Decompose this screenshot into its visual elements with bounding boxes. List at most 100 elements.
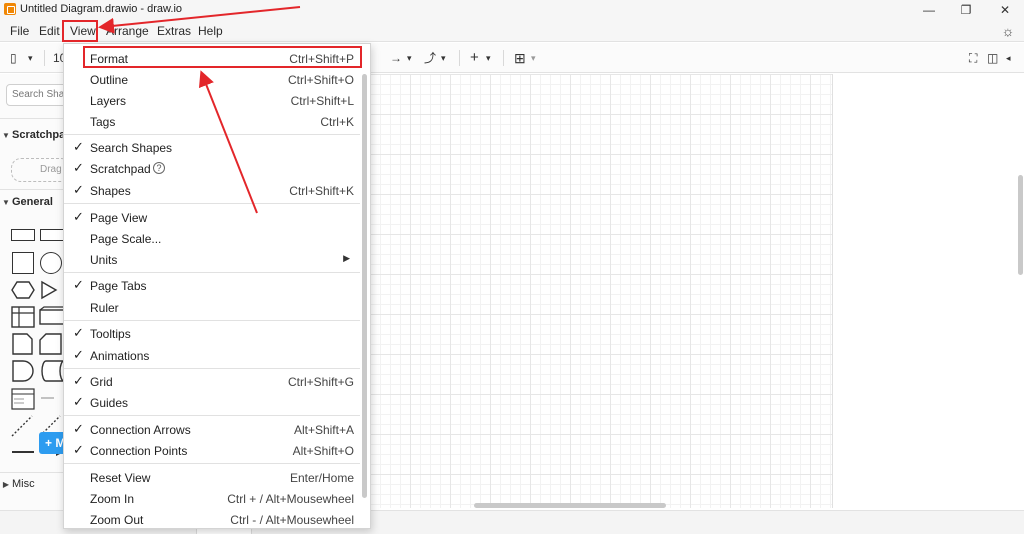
rounded-rectangle-shape[interactable]	[40, 229, 63, 241]
general-header[interactable]: ▼ General	[0, 196, 63, 214]
menu-edit[interactable]: Edit	[39, 24, 60, 38]
menu-item-label: Tags	[90, 115, 116, 129]
menu-help[interactable]: Help	[198, 24, 223, 38]
menu-item-grid[interactable]: ✓ Grid Ctrl+Shift+G	[64, 372, 364, 392]
menu-item-shortcut: Ctrl+Shift+K	[289, 184, 354, 198]
menu-item-label: Grid	[90, 375, 113, 389]
waypoint-chevron-icon[interactable]: ▾	[441, 49, 446, 67]
hexagon-triangle-shapes[interactable]	[10, 279, 64, 301]
panel-toggle-chevron-icon[interactable]: ▾	[28, 49, 33, 67]
search-shapes-input[interactable]: Search Shapes	[6, 84, 63, 106]
check-icon: ✓	[73, 347, 84, 362]
document-note-shapes[interactable]	[10, 332, 64, 356]
check-icon: ✓	[73, 394, 84, 409]
connector-style-icon[interactable]: →	[390, 49, 402, 67]
toolbar-separator	[44, 50, 45, 66]
menu-separator	[64, 368, 360, 369]
menu-item-connection-arrows[interactable]: ✓ Connection Arrows Alt+Shift+A	[64, 420, 364, 440]
menu-item-label: Zoom Out	[90, 513, 144, 527]
theme-toggle-icon[interactable]: ☼	[1000, 23, 1016, 39]
horizontal-scrollbar[interactable]	[474, 503, 666, 508]
drawio-logo-icon	[4, 3, 16, 15]
check-icon: ✓	[73, 277, 84, 292]
menu-item-label: Tooltips	[90, 327, 131, 341]
menu-item-reset-view[interactable]: Reset View Enter/Home	[64, 468, 364, 488]
close-button[interactable]: ✕	[990, 1, 1020, 19]
menu-item-zoom-out[interactable]: Zoom Out Ctrl - / Alt+Mousewheel	[64, 510, 364, 530]
menu-item-shapes[interactable]: ✓ Shapes Ctrl+Shift+K	[64, 181, 364, 201]
general-label: General	[12, 196, 53, 208]
waypoint-style-icon[interactable]: ⤴	[424, 49, 436, 67]
scratchpad-drop-zone[interactable]: Drag elements here	[11, 158, 63, 182]
panel-toggle-icon[interactable]: ▯	[10, 49, 17, 67]
menu-scrollbar[interactable]	[362, 74, 367, 498]
menu-item-guides[interactable]: ✓ Guides	[64, 393, 364, 413]
submenu-arrow-icon: ▶	[343, 253, 350, 263]
window-title: Untitled Diagram.drawio - draw.io	[20, 3, 183, 15]
menu-item-layers[interactable]: Layers Ctrl+Shift+L	[64, 91, 364, 111]
collapse-caret-icon: ▼	[2, 198, 10, 207]
menu-item-label: Page Scale...	[90, 232, 162, 246]
menu-arrange[interactable]: Arrange	[106, 24, 149, 38]
menu-separator	[64, 415, 360, 416]
insert-icon[interactable]: +	[470, 49, 479, 67]
table-cylinder-shapes[interactable]	[10, 305, 64, 329]
menu-separator	[64, 134, 360, 135]
scratchpad-header[interactable]: ▼Scratchpad	[0, 129, 63, 147]
menu-item-label: Guides	[90, 396, 129, 410]
fullscreen-icon[interactable]: ⛶	[969, 49, 977, 67]
format-panel-icon[interactable]: ◫	[987, 49, 998, 67]
menu-item-animations[interactable]: ✓ Animations	[64, 346, 364, 366]
menu-item-page-scale[interactable]: Page Scale...	[64, 229, 364, 249]
list-text-shapes[interactable]	[10, 387, 64, 411]
menu-item-label: Animations	[90, 349, 150, 363]
restore-button[interactable]: ❐	[951, 1, 981, 19]
title-bar: Untitled Diagram.drawio - draw.io — ❐ ✕	[0, 0, 1024, 20]
menu-item-zoom-in[interactable]: Zoom In Ctrl + / Alt+Mousewheel	[64, 489, 364, 509]
check-icon: ✓	[73, 373, 84, 388]
vertical-scrollbar[interactable]	[1018, 175, 1023, 275]
connector-chevron-icon[interactable]: ▾	[407, 49, 412, 67]
help-icon[interactable]: ?	[153, 162, 165, 174]
view-menu-dropdown: Format Ctrl+Shift+P Outline Ctrl+Shift+O…	[63, 43, 371, 529]
table-chevron-icon[interactable]: ▾	[531, 49, 536, 67]
menu-bar: File Edit View Arrange Extras Help ☼	[0, 20, 1024, 42]
menu-item-label: Ruler	[90, 301, 119, 315]
menu-item-search-shapes[interactable]: ✓ Search Shapes	[64, 138, 364, 158]
menu-separator	[64, 272, 360, 273]
menu-item-page-view[interactable]: ✓ Page View	[64, 208, 364, 228]
insert-chevron-icon[interactable]: ▾	[486, 49, 491, 67]
table-icon[interactable]: ⊞	[514, 49, 526, 67]
menu-item-ruler[interactable]: Ruler	[64, 298, 364, 318]
canvas-grid	[370, 74, 833, 508]
menu-item-tooltips[interactable]: ✓ Tooltips	[64, 324, 364, 344]
menu-separator	[64, 203, 360, 204]
divider	[0, 472, 63, 473]
minimize-button[interactable]: —	[914, 1, 944, 19]
scratchpad-label: Scratchpad	[12, 129, 63, 141]
menu-item-label: Page View	[90, 211, 148, 225]
circle-shape[interactable]	[40, 252, 62, 274]
menu-file[interactable]: File	[10, 24, 29, 38]
menu-item-connection-points[interactable]: ✓ Connection Points Alt+Shift+O	[64, 441, 364, 461]
menu-item-shortcut: Ctrl+K	[320, 115, 354, 129]
menu-item-label: Reset View	[90, 471, 151, 485]
menu-item-label: Units	[90, 253, 118, 267]
menu-item-page-tabs[interactable]: ✓ Page Tabs	[64, 276, 364, 296]
rectangle-shape[interactable]	[11, 229, 35, 241]
collapse-caret-icon: ▼	[2, 131, 10, 140]
collapse-chevron-icon[interactable]: ◂	[1006, 49, 1011, 67]
diagram-canvas[interactable]	[370, 74, 1018, 508]
menu-item-tags[interactable]: Tags Ctrl+K	[64, 112, 364, 132]
menu-item-scratchpad[interactable]: ✓ Scratchpad ?	[64, 159, 364, 179]
menu-item-outline[interactable]: Outline Ctrl+Shift+O	[64, 70, 364, 90]
menu-item-label: Connection Arrows	[90, 423, 191, 437]
menu-item-label: Scratchpad	[90, 162, 151, 176]
menu-item-units[interactable]: Units ▶	[64, 250, 364, 270]
misc-header[interactable]: ▶ Misc	[0, 478, 63, 496]
delay-storage-shapes[interactable]	[10, 359, 64, 383]
menu-extras[interactable]: Extras	[157, 24, 191, 38]
menu-item-shortcut: Ctrl+Shift+O	[287, 73, 354, 87]
square-shape[interactable]	[12, 252, 34, 274]
menu-item-shortcut: Ctrl - / Alt+Mousewheel	[230, 513, 354, 527]
